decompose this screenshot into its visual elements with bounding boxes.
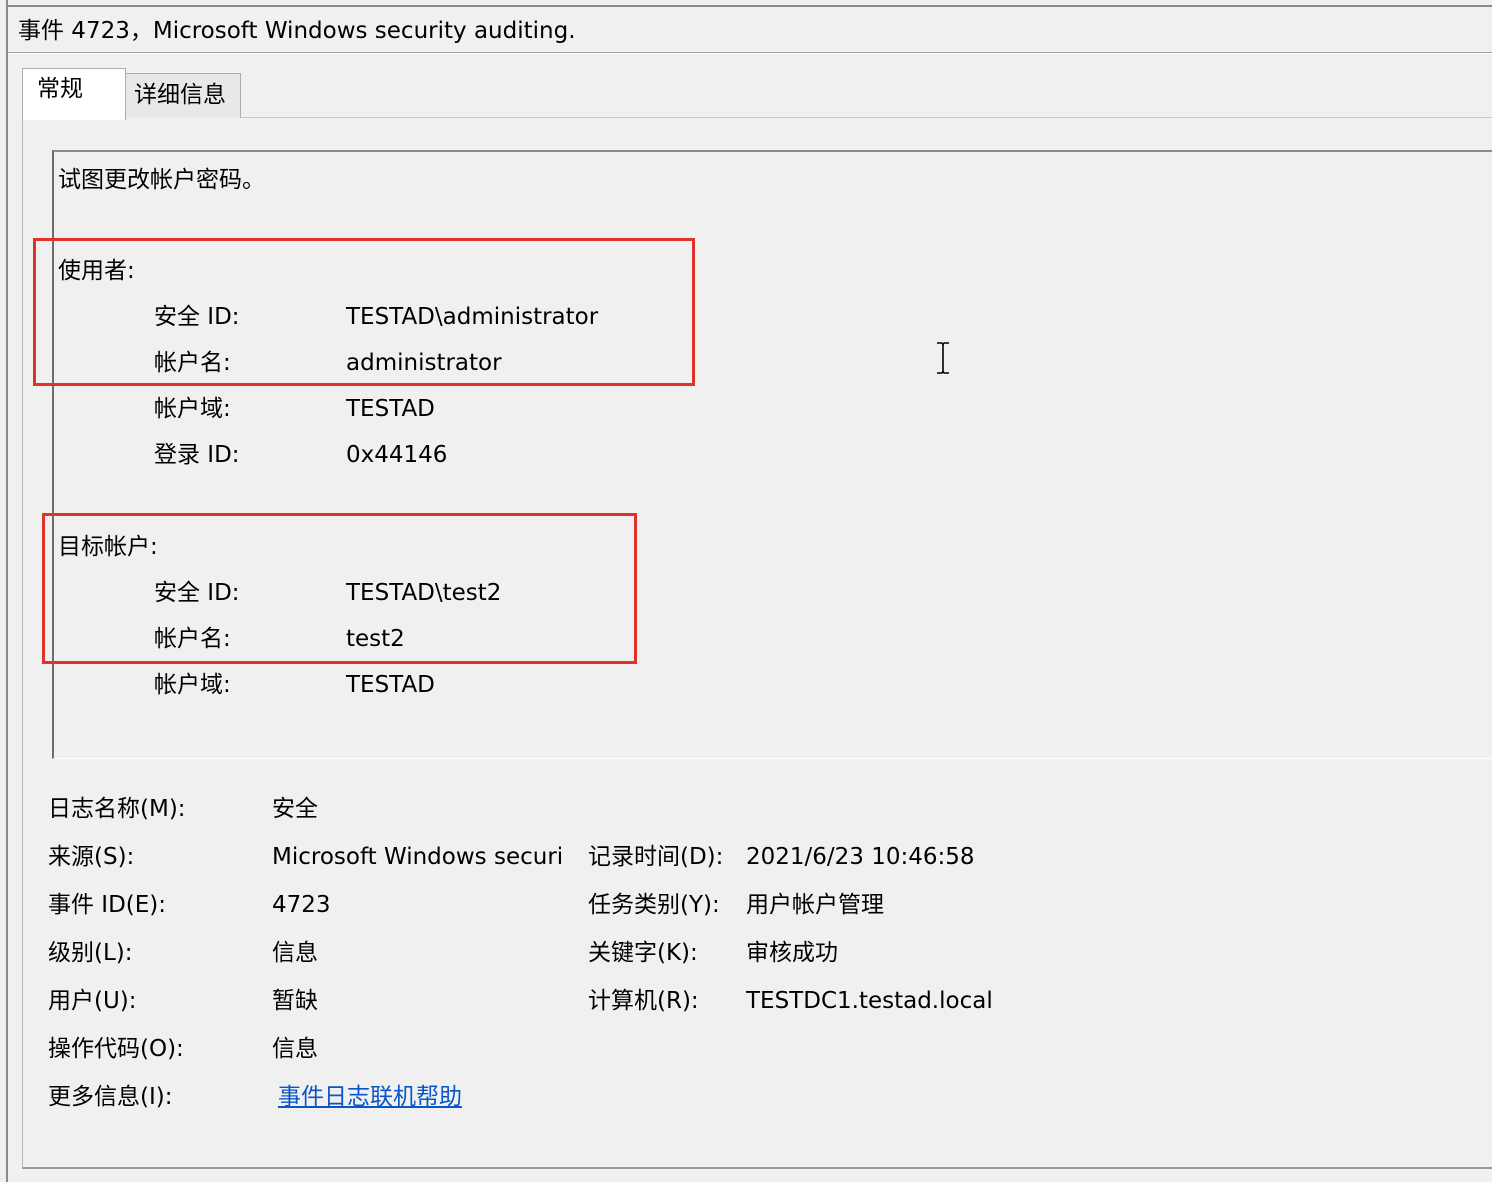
source-value: Microsoft Windows securi [272,844,564,870]
task-category-value: 用户帐户管理 [746,892,884,918]
target-account-domain-value: TESTAD [346,672,435,698]
logged-label: 记录时间(D): [588,844,724,870]
keywords-label: 关键字(K): [588,940,698,966]
log-name-value: 安全 [272,796,318,822]
source-label: 来源(S): [48,844,135,870]
target-security-id-value: TESTAD\test2 [346,580,502,606]
computer-value: TESTDC1.testad.local [746,988,993,1014]
level-value: 信息 [272,940,318,966]
event-description-box[interactable] [52,150,1492,759]
subject-account-domain-value: TESTAD [346,396,435,422]
target-account-domain-label: 帐户域: [154,672,231,698]
subject-logon-id-value: 0x44146 [346,442,448,468]
logged-value: 2021/6/23 10:46:58 [746,844,975,870]
level-label: 级别(L): [48,940,133,966]
subject-account-domain-label: 帐户域: [154,396,231,422]
window-left-border [6,0,8,1182]
event-log-online-help-link[interactable]: 事件日志联机帮助 [278,1082,462,1112]
task-category-label: 任务类别(Y): [588,892,720,918]
subject-logon-id-label: 登录 ID: [154,442,240,468]
subject-heading: 使用者: [58,258,135,284]
opcode-value: 信息 [272,1036,318,1062]
subject-security-id-label: 安全 ID: [154,304,240,330]
tab-general[interactable]: 常规 [22,68,126,120]
log-name-label: 日志名称(M): [48,796,186,822]
keywords-value: 审核成功 [746,940,838,966]
window-top-border [6,5,1492,7]
subject-account-name-label: 帐户名: [154,350,231,376]
opcode-label: 操作代码(O): [48,1036,184,1062]
event-id-value: 4723 [272,892,331,918]
description-summary: 试图更改帐户密码。 [58,167,265,193]
target-heading: 目标帐户: [58,534,158,560]
target-account-name-label: 帐户名: [154,626,231,652]
subject-account-name-value: administrator [346,350,502,376]
target-account-name-value: test2 [346,626,405,652]
title-separator-highlight [8,53,1492,54]
computer-label: 计算机(R): [588,988,699,1014]
tab-details[interactable]: 详细信息 [125,73,241,118]
user-value: 暂缺 [272,988,318,1014]
ibeam-cursor-icon [937,342,949,374]
target-security-id-label: 安全 ID: [154,580,240,606]
window-title: 事件 4723，Microsoft Windows security audit… [18,18,576,44]
event-properties-window: 事件 4723，Microsoft Windows security audit… [0,0,1492,1182]
subject-security-id-value: TESTAD\administrator [346,304,599,330]
user-label: 用户(U): [48,988,137,1014]
event-id-label: 事件 ID(E): [48,892,167,918]
more-info-label: 更多信息(I): [48,1084,173,1110]
